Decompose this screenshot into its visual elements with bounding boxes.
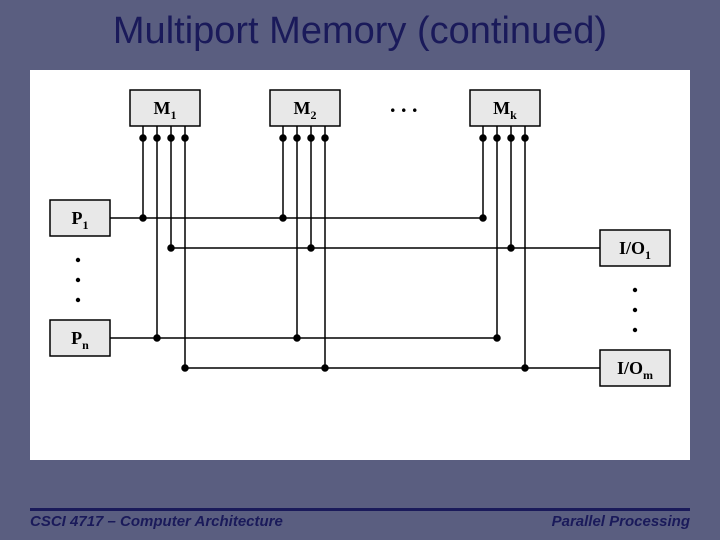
iom-bus: [182, 138, 600, 371]
m1-ports: [140, 126, 188, 141]
processor-box-1: P1: [50, 200, 110, 236]
slide-title: Multiport Memory (continued): [0, 0, 720, 57]
io-box-1: I/O1: [600, 230, 670, 266]
footer-right: Parallel Processing: [552, 513, 690, 530]
diagram-canvas: M1 M2 . . . Mk P1 Pn I/O1 I/Om: [30, 70, 690, 460]
memory-box-2: M2: [270, 90, 340, 126]
memory-box-1: M1: [130, 90, 200, 126]
m2-ports: [280, 126, 328, 141]
processor-box-n: Pn: [50, 320, 110, 356]
io-ellipsis: [633, 288, 637, 332]
multiport-memory-diagram: M1 M2 . . . Mk P1 Pn I/O1 I/Om: [30, 70, 690, 460]
processor-ellipsis: [76, 258, 80, 302]
pn-bus: [110, 138, 500, 341]
io1-bus: [168, 138, 600, 251]
footer-left: CSCI 4717 – Computer Architecture: [30, 513, 283, 530]
mk-ports: [480, 126, 528, 141]
memory-ellipsis: . . .: [390, 92, 418, 117]
io-box-m: I/Om: [600, 350, 670, 386]
slide-footer: CSCI 4717 – Computer Architecture Parall…: [30, 508, 690, 530]
memory-box-k: Mk: [470, 90, 540, 126]
p1-bus: [110, 138, 486, 221]
